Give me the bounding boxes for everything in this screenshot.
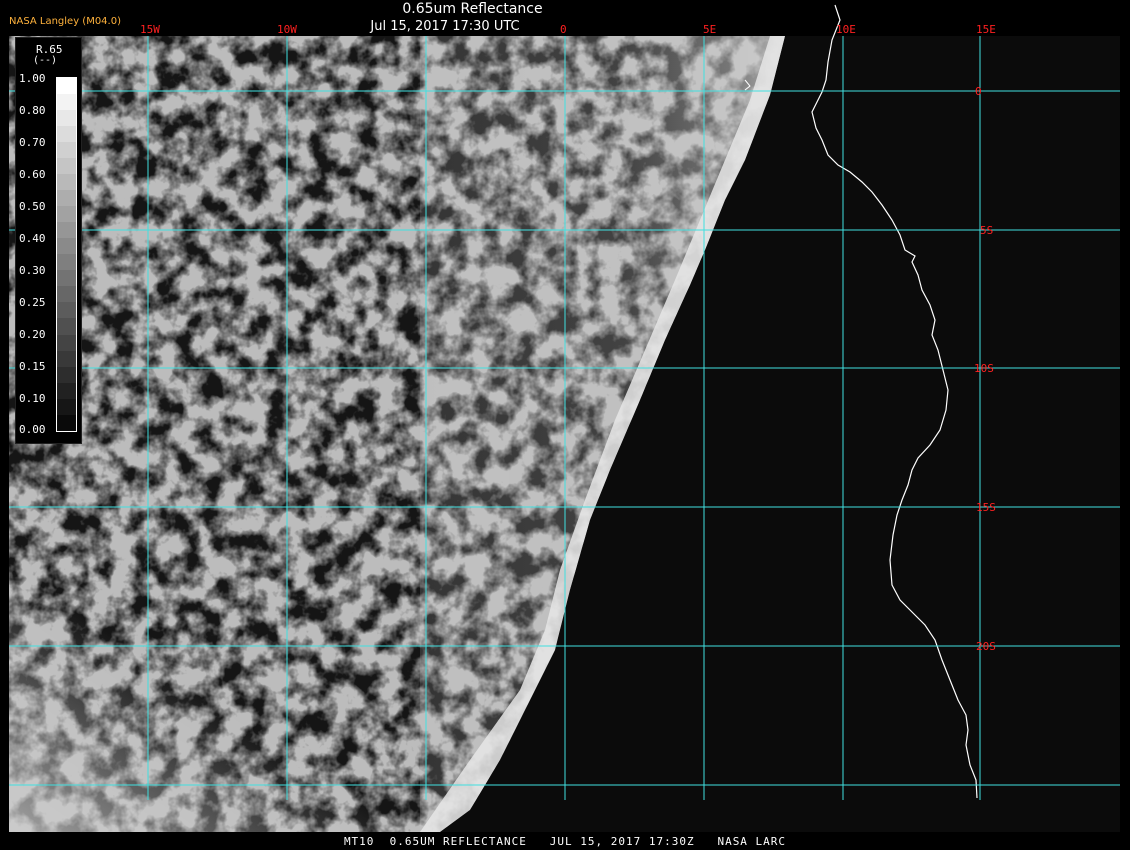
lon-label-15e: 15E: [976, 23, 996, 36]
legend-tick: 0.70: [19, 136, 46, 149]
lat-label-0: 0: [975, 85, 982, 98]
lat-label-10s: 10S: [974, 362, 994, 375]
legend-colorbar: [56, 77, 77, 432]
legend-tick: 0.50: [19, 200, 46, 213]
legend-tick: 0.20: [19, 328, 46, 341]
lat-label-20s: 20S: [976, 640, 996, 653]
footer-caption: MT10 0.65UM REFLECTANCE JUL 15, 2017 17:…: [343, 835, 787, 848]
legend-tick: 0.25: [19, 296, 46, 309]
satellite-map: 15W 10W 0 5E 10E 15E 0 5S 10S 15S 20S: [9, 4, 1120, 832]
legend-tick: 0.80: [19, 104, 46, 117]
page-title: 0.65um Reflectance: [402, 1, 543, 17]
color-legend: R.65 (--) 1.00 0.80 0.70 0.60 0.50 0.40 …: [15, 37, 82, 444]
legend-tick: 0.00: [19, 423, 46, 436]
legend-tick: 0.15: [19, 360, 46, 373]
legend-tick: 0.10: [19, 392, 46, 405]
legend-tick: 1.00: [19, 72, 46, 85]
legend-tick: 0.40: [19, 232, 46, 245]
legend-tick: 0.60: [19, 168, 46, 181]
header-timestamp: Jul 15, 2017 17:30 UTC: [370, 19, 520, 34]
lat-label-5s: 5S: [980, 224, 993, 237]
legend-units: (--): [33, 55, 58, 66]
lat-label-15s: 15S: [976, 501, 996, 514]
legend-tick: 0.30: [19, 264, 46, 277]
